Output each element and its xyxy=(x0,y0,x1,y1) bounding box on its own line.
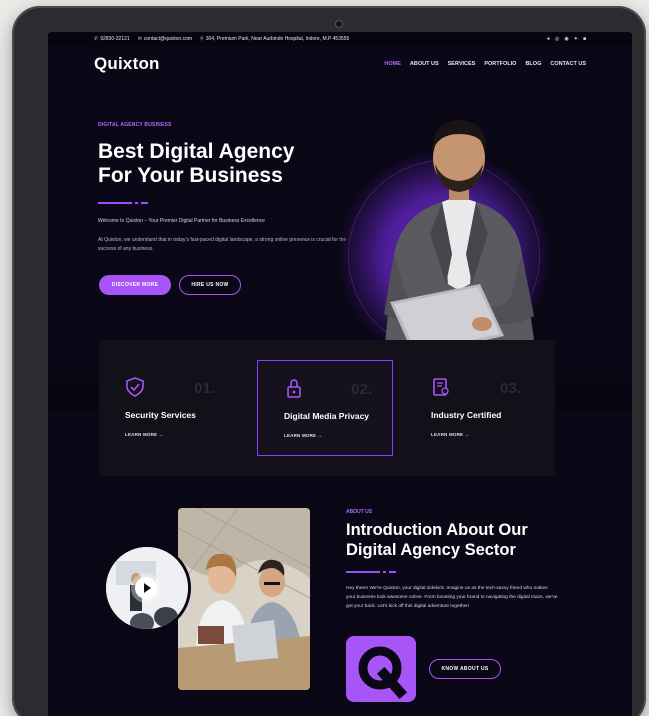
tablet-frame: ✆ 92830-32121 ✉ contact@quixton.com ⚲ 30… xyxy=(12,6,646,716)
hero-title: Best Digital Agency For Your Business xyxy=(98,140,358,188)
site-logo[interactable]: Quixton xyxy=(94,54,160,74)
website-screen: ✆ 92830-32121 ✉ contact@quixton.com ⚲ 30… xyxy=(48,32,632,716)
hero-title-line1: Best Digital Agency xyxy=(98,140,295,163)
about-eyebrow: ABOUT US xyxy=(346,509,373,515)
nav-item-about-us[interactable]: ABOUT US xyxy=(410,61,439,67)
hero-divider xyxy=(98,202,148,204)
instagram-icon[interactable]: ◎ xyxy=(555,36,559,42)
discover-more-button[interactable]: DISCOVER MORE xyxy=(99,275,171,295)
whatsapp-icon[interactable]: ◉ xyxy=(564,36,568,42)
feature-card-certified[interactable]: 03. Industry Certified LEARN MORE → xyxy=(405,360,541,456)
feature-title: Digital Media Privacy xyxy=(284,411,370,421)
email-info[interactable]: ✉ contact@quixton.com xyxy=(138,36,192,42)
camera-dot xyxy=(335,20,343,28)
know-about-us-button[interactable]: KNOW ABOUT US xyxy=(429,659,501,679)
about-divider xyxy=(346,571,396,573)
learn-more-link[interactable]: LEARN MORE → xyxy=(431,432,469,437)
about-title-line2: Digital Agency Sector xyxy=(346,541,516,559)
feature-number: 03. xyxy=(500,380,521,397)
nav-menu: HOME ABOUT US SERVICES PORTFOLIO BLOG CO… xyxy=(384,61,586,67)
about-title-line1: Introduction About Our xyxy=(346,521,528,539)
hero-body: At Quixton, we understand that in today'… xyxy=(98,237,347,252)
linkedin-icon[interactable]: ■ xyxy=(583,36,586,42)
mail-icon: ✉ xyxy=(137,36,142,42)
hire-us-now-button[interactable]: HIRE US NOW xyxy=(179,275,241,295)
shield-check-icon xyxy=(126,377,144,397)
hero-portrait-image xyxy=(384,120,536,354)
features-panel: 01. Security Services LEARN MORE → 02. D… xyxy=(99,340,555,476)
team-meeting-image xyxy=(178,508,310,690)
email-text: contact@quixton.com xyxy=(143,36,193,42)
social-links: ● ◎ ◉ ✦ ■ xyxy=(547,36,586,42)
play-button[interactable] xyxy=(135,577,157,599)
nav-item-contact-us[interactable]: CONTACT US xyxy=(550,61,586,67)
nav-item-home[interactable]: HOME xyxy=(384,61,401,67)
phone-text: 92830-32121 xyxy=(100,36,130,42)
address-text: 304, Premium Park, Near Aurbindo Hospita… xyxy=(205,36,350,42)
feature-card-security[interactable]: 01. Security Services LEARN MORE → xyxy=(99,360,235,456)
learn-more-link[interactable]: LEARN MORE → xyxy=(284,433,322,438)
lock-icon xyxy=(287,379,301,398)
hero-title-line2: For Your Business xyxy=(98,164,283,187)
nav-item-services[interactable]: SERVICES xyxy=(448,61,476,67)
nav-item-blog[interactable]: BLOG xyxy=(525,61,541,67)
top-info-bar: ✆ 92830-32121 ✉ contact@quixton.com ⚲ 30… xyxy=(48,32,632,46)
twitter-icon[interactable]: ✦ xyxy=(574,36,578,42)
feature-card-privacy[interactable]: 02. Digital Media Privacy LEARN MORE → xyxy=(257,360,393,456)
feature-title: Industry Certified xyxy=(431,410,502,420)
phone-icon: ✆ xyxy=(94,36,99,42)
feature-number: 02. xyxy=(351,381,372,398)
feature-title: Security Services xyxy=(125,410,196,420)
learn-more-link[interactable]: LEARN MORE → xyxy=(125,432,163,437)
address-info: ⚲ 304, Premium Park, Near Aurbindo Hospi… xyxy=(200,36,349,42)
about-title: Introduction About Our Digital Agency Se… xyxy=(346,520,576,560)
phone-info[interactable]: ✆ 92830-32121 xyxy=(94,36,130,42)
location-icon: ⚲ xyxy=(200,36,204,42)
hero-intro: Welcome to Quixton – Your Premier Digita… xyxy=(98,218,265,224)
main-nav: Quixton HOME ABOUT US SERVICES PORTFOLIO… xyxy=(48,46,632,82)
certificate-icon xyxy=(433,378,449,396)
facebook-icon[interactable]: ● xyxy=(547,36,550,42)
quixton-q-logo xyxy=(346,636,416,702)
feature-number: 01. xyxy=(194,380,215,397)
hero-eyebrow: DIGITAL AGENCY BUSINESS xyxy=(98,122,172,128)
about-text: Hey there! We're Quixton, your digital s… xyxy=(346,586,558,609)
nav-item-portfolio[interactable]: PORTFOLIO xyxy=(484,61,516,67)
